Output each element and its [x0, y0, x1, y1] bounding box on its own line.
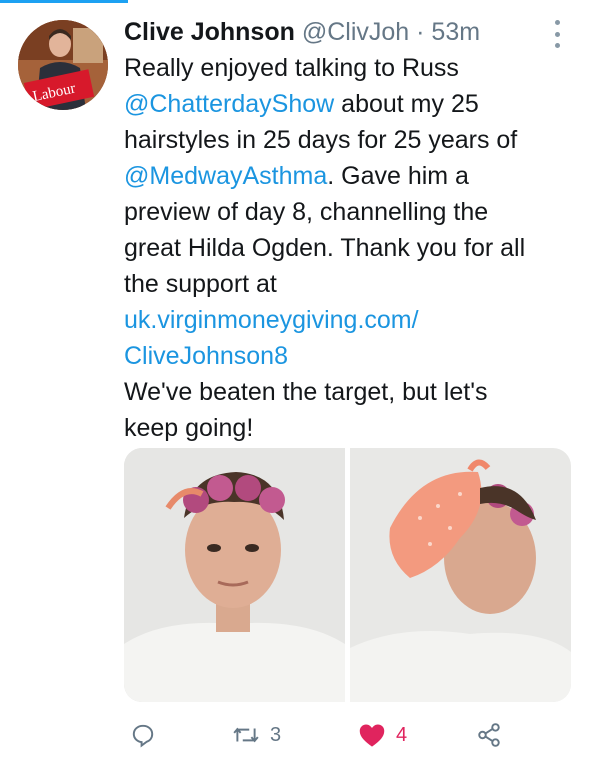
- reply-icon: [132, 724, 154, 748]
- tweet-link[interactable]: @ChatterdayShow: [124, 90, 334, 118]
- timestamp[interactable]: 53m: [431, 18, 480, 46]
- tweet-text-line: hairstyles in 25 days for 25 years of: [124, 122, 564, 158]
- tweet-text-line: CliveJohnson8: [124, 338, 564, 374]
- avatar[interactable]: Labour: [18, 20, 108, 110]
- tweet-text: Really enjoyed talking to Russ @Chatterda…: [124, 50, 564, 446]
- tweet-text-line: preview of day 8, channelling the: [124, 194, 564, 230]
- tweet-text-segment: great Hilda Ogden. Thank you for all: [124, 234, 526, 262]
- retweet-icon: [233, 727, 259, 743]
- share-button[interactable]: [476, 718, 502, 752]
- tweet-link[interactable]: uk.virginmoneygiving.com/: [124, 306, 419, 334]
- tweet-text-line: Really enjoyed talking to Russ: [124, 50, 564, 86]
- photo-right[interactable]: [350, 448, 571, 702]
- like-button[interactable]: 4: [358, 718, 407, 752]
- tweet-link[interactable]: CliveJohnson8: [124, 342, 288, 370]
- heart-icon: [359, 724, 385, 747]
- tweet-header: Clive Johnson @ClivJoh · 53m: [124, 14, 537, 50]
- retweet-button[interactable]: 3: [232, 718, 281, 752]
- tweet-text-segment: preview of day 8, channelling the: [124, 198, 489, 226]
- tweet-text-segment: about my 25: [334, 90, 479, 118]
- tweet-text-line: keep going!: [124, 410, 564, 446]
- more-options-icon[interactable]: [545, 20, 569, 48]
- photo-left[interactable]: [124, 448, 345, 702]
- reply-button[interactable]: [130, 718, 166, 752]
- like-count: 4: [396, 723, 408, 746]
- retweet-count: 3: [270, 723, 282, 746]
- tweet-text-line: @ChatterdayShow about my 25: [124, 86, 564, 122]
- tweet-text-line: @MedwayAsthma. Gave him a: [124, 158, 564, 194]
- tweet-text-line: great Hilda Ogden. Thank you for all: [124, 230, 564, 266]
- tweet-text-segment: . Gave him a: [327, 162, 469, 190]
- media-grid: [124, 448, 571, 702]
- tweet-text-line: We've beaten the target, but let's: [124, 374, 564, 410]
- share-icon: [478, 723, 500, 747]
- tweet-text-segment: Really enjoyed talking to Russ: [124, 54, 459, 82]
- tweet-text-line: the support at: [124, 266, 564, 302]
- separator-dot: ·: [416, 18, 425, 46]
- tweet-actions: 3 4: [124, 718, 544, 752]
- tweet-text-segment: the support at: [124, 270, 277, 298]
- display-name[interactable]: Clive Johnson: [124, 18, 295, 46]
- user-handle[interactable]: @ClivJoh: [302, 18, 409, 46]
- tweet-link[interactable]: @MedwayAsthma: [124, 162, 327, 190]
- tweet-text-line: uk.virginmoneygiving.com/: [124, 302, 564, 338]
- tweet-text-segment: We've beaten the target, but let's: [124, 378, 488, 406]
- tweet-text-segment: keep going!: [124, 414, 254, 442]
- top-accent-bar: [0, 0, 128, 3]
- tweet-text-segment: hairstyles in 25 days for 25 years of: [124, 126, 518, 154]
